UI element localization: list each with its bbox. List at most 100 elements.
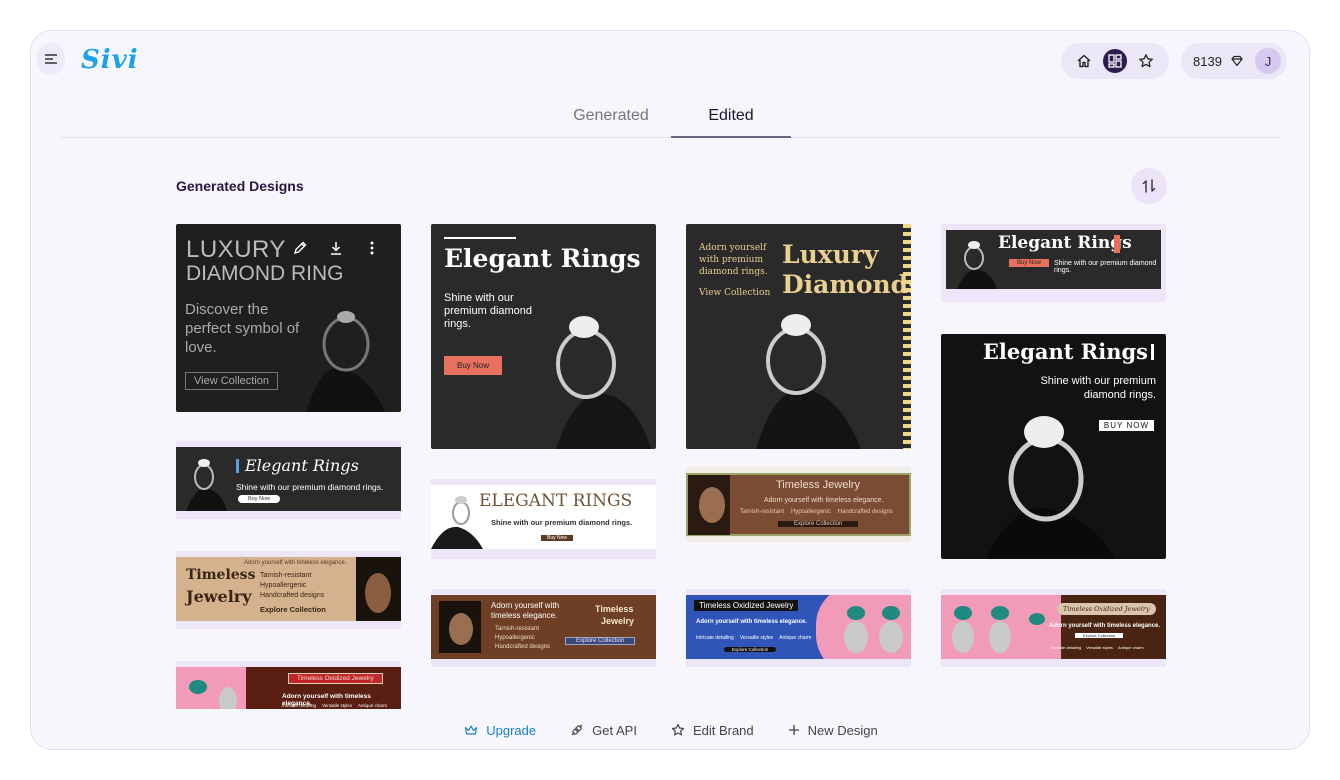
card-body: Shine with our premium diamond rings. bbox=[236, 482, 384, 492]
portrait-image bbox=[439, 601, 481, 653]
ring-image bbox=[431, 496, 483, 549]
portrait-image bbox=[688, 475, 730, 535]
edit-brand-label: Edit Brand bbox=[692, 722, 754, 738]
dashboard-icon bbox=[1108, 54, 1122, 68]
card-cta: View Collection bbox=[185, 372, 279, 390]
card-actions bbox=[292, 240, 380, 256]
designs-button[interactable] bbox=[1102, 49, 1127, 73]
tab-generated[interactable]: Generated bbox=[551, 107, 671, 136]
design-card[interactable]: Timeless Oxidized Jewelry Adorn yourself… bbox=[176, 661, 401, 709]
card-cta: Explore Collection bbox=[778, 521, 859, 527]
card-cta: Explore Collection bbox=[260, 605, 326, 614]
feature-list: Intricate detailing Versatile styles Ant… bbox=[282, 703, 387, 708]
ring-image bbox=[986, 416, 1116, 559]
home-icon bbox=[1077, 54, 1091, 68]
section-title: Generated Designs bbox=[176, 178, 304, 194]
card-cta: Explore Collection bbox=[1075, 633, 1124, 638]
home-button[interactable] bbox=[1072, 49, 1096, 73]
card-body: Discover the perfect symbol of love. bbox=[185, 301, 300, 356]
bottom-bar: Upgrade Get API Edit Brand New Design bbox=[31, 709, 1309, 749]
download-icon[interactable] bbox=[328, 240, 344, 256]
feature-list: Tarnish-resistant Hypoallergenic Handcra… bbox=[495, 625, 550, 652]
card-title: DIAMOND RING bbox=[186, 262, 344, 285]
more-icon[interactable] bbox=[364, 240, 380, 256]
sort-icon bbox=[1142, 179, 1156, 193]
divider bbox=[444, 237, 516, 239]
tab-edited[interactable]: Edited bbox=[671, 107, 791, 138]
get-api-button[interactable]: Get API bbox=[570, 723, 637, 738]
design-card[interactable]: Elegant Rings Shine with our premium dia… bbox=[176, 441, 401, 519]
feature-item: Versatile styles bbox=[1086, 645, 1113, 650]
card-title: Elegant Rings bbox=[998, 233, 1132, 253]
favorites-button[interactable] bbox=[1134, 49, 1158, 73]
design-card[interactable]: Adorn yourself with timeless elegance. T… bbox=[431, 589, 656, 667]
card-title: Elegant Rings bbox=[444, 244, 641, 273]
tab-bar: Generated Edited bbox=[61, 97, 1281, 138]
dot-border bbox=[903, 224, 911, 449]
feature-item: Handcrafted designs bbox=[837, 509, 893, 515]
diamond-icon bbox=[1231, 55, 1243, 67]
feature-item: Tarnish-resistant bbox=[740, 509, 785, 515]
feature-item: Tarnish-resistant bbox=[260, 572, 312, 579]
card-body: Adorn yourself with timeless elegance. bbox=[1049, 623, 1161, 629]
upgrade-button[interactable]: Upgrade bbox=[464, 723, 536, 738]
design-card[interactable]: Adorn yourself with premium diamond ring… bbox=[686, 224, 911, 449]
design-card[interactable]: Timeless Oxidized Jewelry Adorn yourself… bbox=[686, 589, 911, 667]
design-card[interactable]: Elegant Rings Buy Now Shine with our pre… bbox=[941, 224, 1166, 302]
card-title: Diamonds bbox=[782, 270, 911, 299]
feature-item: Handcrafted designs bbox=[495, 644, 551, 650]
star-icon bbox=[671, 723, 685, 736]
card-title: ELEGANT RINGS bbox=[479, 491, 633, 511]
card-cta: Explore Collection bbox=[724, 647, 777, 652]
card-title: Timeless Jewelry bbox=[776, 479, 860, 491]
design-card[interactable]: ELEGANT RINGS Shine with our premium dia… bbox=[431, 479, 656, 559]
card-title: Luxury bbox=[782, 240, 879, 269]
top-nav bbox=[1061, 43, 1169, 79]
credits-widget[interactable]: 8139 J bbox=[1181, 43, 1287, 79]
ring-image bbox=[756, 314, 861, 449]
sort-button[interactable] bbox=[1131, 168, 1167, 204]
design-card[interactable]: LUXURY DIAMOND RING Discover the perfect… bbox=[176, 224, 401, 412]
get-api-label: Get API bbox=[592, 722, 637, 738]
ring-image bbox=[186, 459, 227, 511]
upgrade-label: Upgrade bbox=[486, 722, 537, 738]
design-card[interactable]: Elegant Rings Shine with our premium dia… bbox=[431, 224, 656, 449]
accent-bar bbox=[1151, 344, 1154, 360]
feature-item: Handcrafted designs bbox=[260, 592, 325, 599]
card-title: Timeless Oxidized Jewelry bbox=[694, 600, 799, 611]
card-cta: View Collection bbox=[699, 288, 771, 298]
card-body: Shine with our premium diamond rings. bbox=[491, 518, 633, 527]
earrings-image bbox=[952, 606, 1045, 653]
edit-brand-button[interactable]: Edit Brand bbox=[671, 723, 754, 738]
credits-count: 8139 bbox=[1193, 53, 1222, 69]
design-card[interactable]: Timeless Jewelry Adorn yourself with tim… bbox=[686, 467, 911, 542]
earrings-image bbox=[189, 680, 237, 709]
card-title: Elegant Rings bbox=[982, 339, 1148, 364]
card-title: Jewelry bbox=[186, 587, 252, 606]
feature-item: Versatile styles bbox=[739, 635, 774, 641]
design-card[interactable]: Timeless Jewelry Adorn yourself with tim… bbox=[176, 551, 401, 629]
feature-list: Tarnish-resistant Hypoallergenic Handcra… bbox=[260, 571, 324, 601]
feature-item: Intricate detailing bbox=[282, 703, 317, 708]
card-cta: Buy Now bbox=[444, 356, 503, 375]
menu-icon bbox=[45, 54, 57, 64]
card-title: Timeless Oxidized Jewelry bbox=[288, 673, 383, 684]
design-card[interactable]: Timeless Oxidized Jewelry Adorn yourself… bbox=[941, 589, 1166, 667]
app-window: Sivi 8139 J Generated Edited Generated D… bbox=[30, 30, 1310, 750]
new-design-label: New Design bbox=[807, 722, 878, 738]
edit-icon[interactable] bbox=[292, 240, 308, 256]
card-cta: Buy Now bbox=[1009, 259, 1050, 267]
avatar[interactable]: J bbox=[1255, 48, 1281, 74]
card-body: Adorn yourself with timeless elegance. bbox=[696, 619, 808, 625]
plug-icon bbox=[571, 724, 583, 736]
card-title: Timeless Oxidized Jewelry bbox=[1057, 603, 1156, 615]
accent-bar bbox=[236, 459, 239, 473]
feature-item: Intricate detailing bbox=[696, 635, 734, 641]
card-cta: Buy Now bbox=[541, 535, 574, 541]
logo[interactable]: Sivi bbox=[81, 45, 139, 75]
feature-item: Hypoallergenic bbox=[495, 635, 535, 641]
feature-list: Tarnish-resistant Hypoallergenic Handcra… bbox=[740, 509, 893, 515]
design-card[interactable]: Elegant Rings Shine with our premium dia… bbox=[941, 334, 1166, 559]
menu-button[interactable] bbox=[37, 43, 65, 75]
new-design-button[interactable]: New Design bbox=[788, 723, 878, 738]
